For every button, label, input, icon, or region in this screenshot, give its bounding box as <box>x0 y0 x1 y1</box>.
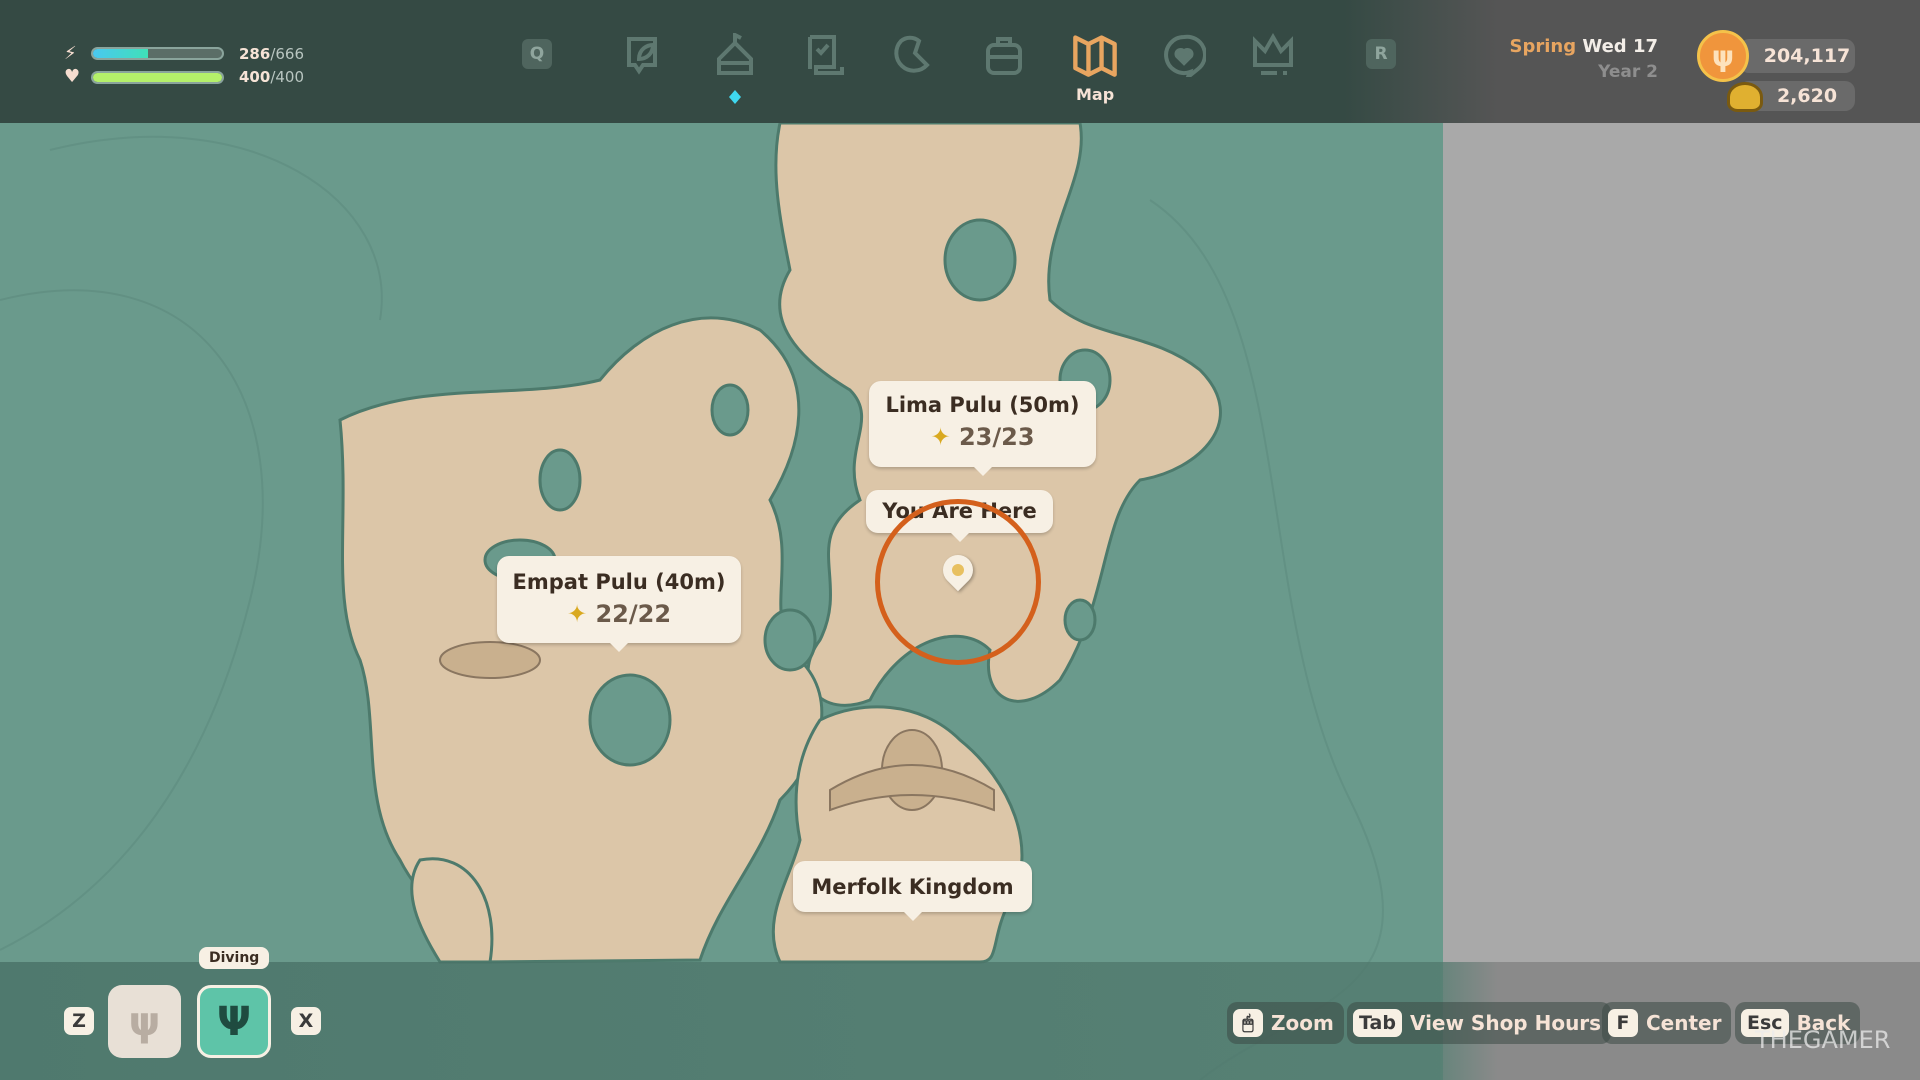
energy-max: 666 <box>275 45 305 63</box>
top-bar: ⚡ 286/666 ♥ 400/400 Q Map R Spring Wed 1… <box>0 0 1920 123</box>
heart-icon: ♥ <box>64 66 81 87</box>
health-max: 400 <box>275 68 305 86</box>
hint-center[interactable]: F Center <box>1602 1002 1732 1044</box>
tool-slot-coral[interactable]: ψ <box>108 985 181 1058</box>
heart-chat-icon <box>1164 34 1206 77</box>
tab-journal[interactable] <box>618 28 672 82</box>
energy-bar <box>91 47 224 60</box>
coral-icon: ψ <box>128 998 161 1045</box>
tab-house[interactable] <box>708 28 762 82</box>
tab-quests[interactable] <box>797 28 851 82</box>
watermark: THEGAMER <box>1755 1026 1891 1054</box>
fish-icon: ✦ <box>930 423 951 451</box>
coins-display: 204,117 <box>1739 39 1855 73</box>
coin-icon: ψ <box>1697 30 1749 82</box>
tab-next-key[interactable]: R <box>1366 39 1396 69</box>
energy-value: 286/666 <box>239 45 305 63</box>
health-value: 400/400 <box>239 68 305 86</box>
crown-icon <box>1253 33 1293 75</box>
map-icon <box>1073 35 1117 77</box>
map-marker-merfolk-kingdom[interactable]: Merfolk Kingdom <box>793 861 1032 921</box>
tab-map[interactable] <box>1068 28 1122 82</box>
year: Year 2 <box>1598 62 1658 82</box>
hint-key: Tab <box>1353 1009 1402 1037</box>
marker-name: Lima Pulu (50m) <box>885 393 1080 417</box>
prev-tool-key[interactable]: Z <box>64 1007 94 1035</box>
diving-helmet-icon: Ψ <box>217 998 251 1045</box>
hint-shop-hours[interactable]: Tab View Shop Hours <box>1347 1002 1612 1044</box>
side-panel <box>1443 0 1920 1080</box>
tab-prev-key[interactable]: Q <box>522 39 552 69</box>
mouse-icon: 🖱 <box>1233 1009 1263 1037</box>
marker-count: 23/23 <box>958 423 1035 451</box>
world-map[interactable] <box>0 0 1443 1080</box>
fish-icon: ✦ <box>566 600 588 628</box>
next-tool-key[interactable]: X <box>291 1007 321 1035</box>
notification-diamond-icon <box>729 90 741 104</box>
hint-label: Zoom <box>1271 1011 1334 1035</box>
hint-key: F <box>1608 1009 1638 1037</box>
tab-tools[interactable] <box>886 28 940 82</box>
wrench-icon <box>894 35 930 73</box>
energy-current: 286 <box>239 45 271 63</box>
leaf-journal-icon <box>627 37 657 75</box>
marker-count: 22/22 <box>595 600 672 628</box>
scroll-icon <box>808 35 844 75</box>
map-marker-empat-pulu[interactable]: Empat Pulu (40m) ✦ 22/22 <box>497 556 741 652</box>
hint-label: View Shop Hours <box>1409 1011 1602 1035</box>
day: Wed 17 <box>1582 36 1658 57</box>
backpack-icon <box>986 37 1022 75</box>
health-current: 400 <box>239 68 271 86</box>
tool-tooltip: Diving <box>199 947 270 969</box>
date-line: Spring Wed 17 <box>1509 36 1658 57</box>
tab-map-label: Map <box>1076 85 1115 104</box>
tab-achievements[interactable] <box>1246 28 1300 82</box>
energy-icon: ⚡ <box>64 43 77 64</box>
ticket-medal-icon <box>1727 82 1763 112</box>
season: Spring <box>1509 36 1577 57</box>
health-bar <box>91 71 224 84</box>
hint-zoom[interactable]: 🖱 Zoom <box>1227 1002 1344 1044</box>
hint-label: Center <box>1646 1011 1722 1035</box>
house-icon <box>717 33 753 75</box>
tab-inventory[interactable] <box>977 28 1031 82</box>
tool-slot-diving[interactable]: Ψ <box>197 985 271 1058</box>
map-marker-lima-pulu[interactable]: Lima Pulu (50m) ✦ 23/23 <box>869 381 1096 476</box>
tab-relationships[interactable] <box>1157 28 1211 82</box>
marker-name: Empat Pulu (40m) <box>512 570 726 594</box>
